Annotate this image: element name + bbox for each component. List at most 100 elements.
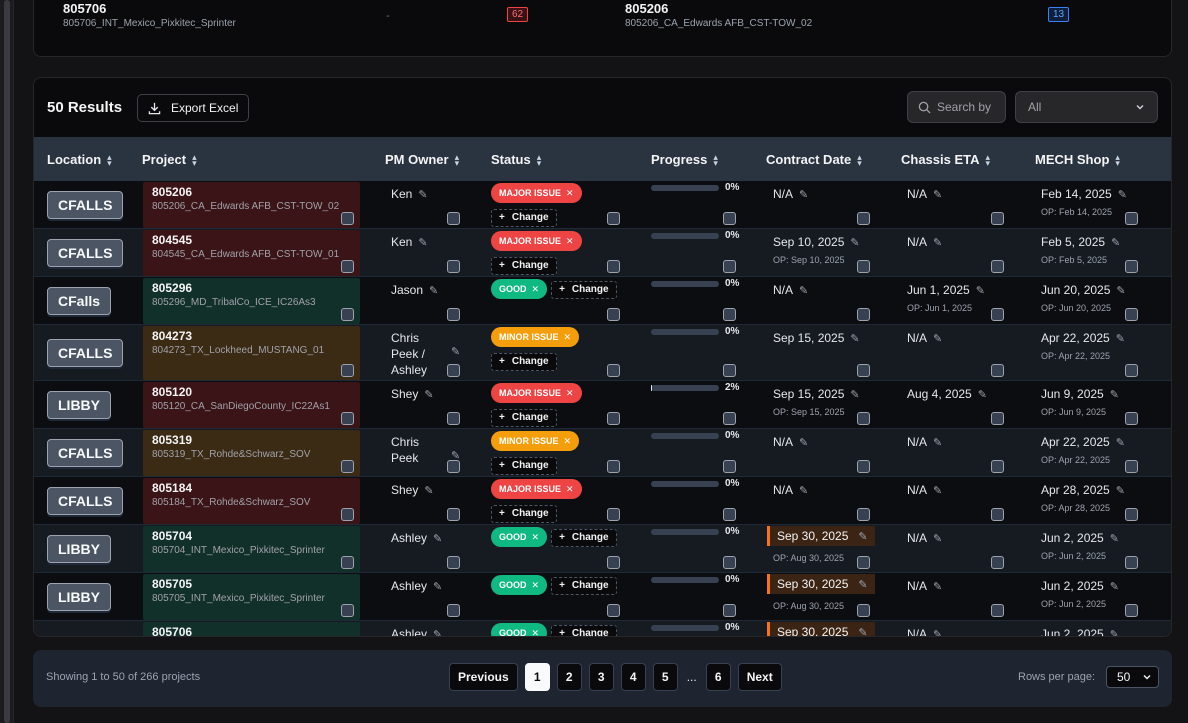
row-select-checkbox[interactable] [857,604,870,617]
edit-pencil-icon[interactable]: ✎ [433,629,442,636]
row-select-checkbox[interactable] [1125,604,1138,617]
column-header-mech-shop[interactable]: MECH Shop ▴ ▾ [1035,152,1120,167]
change-status-button[interactable]: + Change [491,504,557,523]
row-select-checkbox[interactable] [1125,260,1138,273]
row-select-checkbox[interactable] [607,260,620,273]
row-select-checkbox[interactable] [723,308,736,321]
row-select-checkbox[interactable] [991,604,1004,617]
location-button[interactable]: CFALLS [47,487,124,515]
page-button-5[interactable]: 5 [652,663,678,691]
edit-pencil-icon[interactable]: ✎ [858,627,867,636]
edit-pencil-icon[interactable]: ✎ [850,333,859,345]
row-select-checkbox[interactable] [341,212,354,225]
status-badge[interactable]: MAJOR ISSUE ✕ [491,383,582,403]
row-select-checkbox[interactable] [447,308,460,321]
row-select-checkbox[interactable] [341,460,354,473]
status-badge[interactable]: GOOD ✕ [491,623,548,637]
export-excel-button[interactable]: Export Excel [137,94,250,122]
page-scrollbar-thumb[interactable] [4,0,10,723]
edit-pencil-icon[interactable]: ✎ [429,285,438,297]
column-header-status[interactable]: Status ▴ ▾ [491,152,541,167]
change-status-button[interactable]: + Change [491,408,557,427]
remove-status-icon[interactable]: ✕ [532,580,540,591]
row-select-checkbox[interactable] [447,604,460,617]
location-button[interactable]: LIBBY [47,535,111,563]
status-badge[interactable]: GOOD ✕ [491,279,548,299]
row-select-checkbox[interactable] [341,308,354,321]
row-select-checkbox[interactable] [607,212,620,225]
column-header-project[interactable]: Project ▴ ▾ [142,152,197,167]
edit-pencil-icon[interactable]: ✎ [933,333,942,345]
status-badge[interactable]: MAJOR ISSUE ✕ [491,479,582,499]
row-select-checkbox[interactable] [447,508,460,521]
contract-date-highlighted[interactable]: Sep 30, 2025 ✎ [767,574,875,594]
status-badge[interactable]: MAJOR ISSUE ✕ [491,183,582,203]
row-select-checkbox[interactable] [1125,556,1138,569]
row-select-checkbox[interactable] [1125,412,1138,425]
edit-pencil-icon[interactable]: ✎ [799,437,808,449]
row-select-checkbox[interactable] [447,364,460,377]
edit-pencil-icon[interactable]: ✎ [799,485,808,497]
column-header-contract-date[interactable]: Contract Date ▴ ▾ [766,152,862,167]
edit-pencil-icon[interactable]: ✎ [433,581,442,593]
row-select-checkbox[interactable] [447,212,460,225]
project-cell[interactable]: 805296 805296_MD_TribalCo_ICE_IC26As3 [143,278,360,324]
page-button-1[interactable]: 1 [524,663,550,691]
remove-status-icon[interactable]: ✕ [566,484,574,495]
row-select-checkbox[interactable] [991,364,1004,377]
edit-pencil-icon[interactable]: ✎ [799,189,808,201]
row-select-checkbox[interactable] [607,604,620,617]
filter-select[interactable]: All [1015,91,1158,123]
project-cell[interactable]: 804545 804545_CA_Edwards AFB_CST-TOW_01 [143,230,360,276]
row-select-checkbox[interactable] [991,412,1004,425]
edit-pencil-icon[interactable]: ✎ [1110,533,1119,545]
page-button-4[interactable]: 4 [620,663,646,691]
column-header-location[interactable]: Location ▴ ▾ [47,152,112,167]
status-badge[interactable]: GOOD ✕ [491,527,548,547]
row-select-checkbox[interactable] [857,508,870,521]
row-select-checkbox[interactable] [857,260,870,273]
row-select-checkbox[interactable] [447,556,460,569]
edit-pencil-icon[interactable]: ✎ [850,389,859,401]
change-status-button[interactable]: + Change [491,352,557,371]
location-button[interactable]: CFALLS [47,239,124,267]
row-select-checkbox[interactable] [857,212,870,225]
row-select-checkbox[interactable] [991,556,1004,569]
edit-pencil-icon[interactable]: ✎ [978,389,987,401]
change-status-button[interactable]: + Change [491,256,557,275]
edit-pencil-icon[interactable]: ✎ [424,485,433,497]
status-badge[interactable]: MAJOR ISSUE ✕ [491,231,582,251]
row-select-checkbox[interactable] [1125,212,1138,225]
row-select-checkbox[interactable] [1125,460,1138,473]
remove-status-icon[interactable]: ✕ [566,236,574,247]
row-select-checkbox[interactable] [1125,364,1138,377]
row-select-checkbox[interactable] [723,460,736,473]
contract-date-highlighted[interactable]: Sep 30, 2025 ✎ [767,526,875,546]
remove-status-icon[interactable]: ✕ [566,388,574,399]
location-button[interactable]: LIBBY [47,391,111,419]
change-status-button[interactable]: + Change [491,208,557,227]
column-header-progress[interactable]: Progress ▴ ▾ [651,152,718,167]
project-cell[interactable]: 804273 804273_TX_Lockheed_MUSTANG_01 [143,326,360,380]
status-badge[interactable]: GOOD ✕ [491,575,548,595]
row-select-checkbox[interactable] [607,556,620,569]
next-page-button[interactable]: Next [737,663,782,691]
row-select-checkbox[interactable] [607,308,620,321]
row-select-checkbox[interactable] [723,556,736,569]
edit-pencil-icon[interactable]: ✎ [976,285,985,297]
edit-pencil-icon[interactable]: ✎ [1110,629,1119,636]
row-select-checkbox[interactable] [607,508,620,521]
remove-status-icon[interactable]: ✕ [532,628,540,637]
change-status-button[interactable]: + Change [551,624,617,636]
project-cell[interactable]: 805120 805120_CA_SanDiegoCounty_IC22As1 [143,382,360,428]
column-header-chassis-eta[interactable]: Chassis ETA ▴ ▾ [901,152,990,167]
edit-pencil-icon[interactable]: ✎ [933,581,942,593]
row-select-checkbox[interactable] [607,460,620,473]
row-select-checkbox[interactable] [991,212,1004,225]
row-select-checkbox[interactable] [341,604,354,617]
edit-pencil-icon[interactable]: ✎ [933,189,942,201]
contract-date-highlighted[interactable]: Sep 30, 2025 ✎ [767,622,875,636]
edit-pencil-icon[interactable]: ✎ [1111,237,1120,249]
row-select-checkbox[interactable] [991,308,1004,321]
rows-per-page-select[interactable]: 50 [1106,666,1159,688]
